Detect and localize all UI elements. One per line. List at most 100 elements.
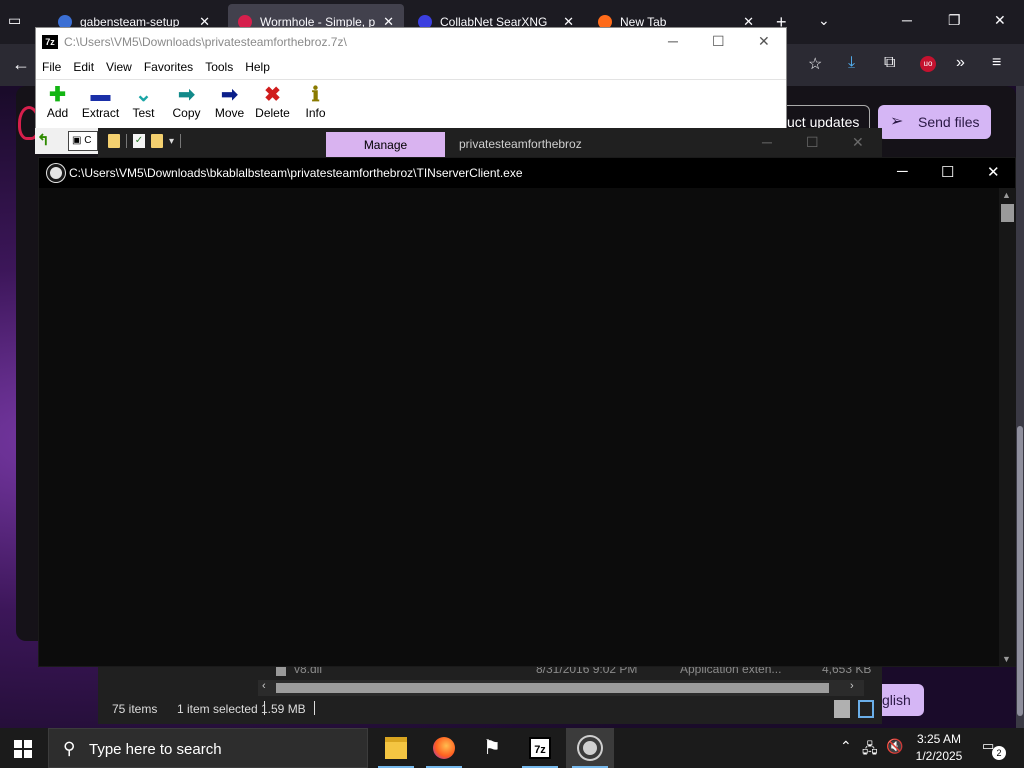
- close-icon[interactable]: ✕: [987, 163, 1000, 181]
- arrow-right-icon: ➡: [221, 84, 238, 106]
- action-center-button[interactable]: ▭ 2: [982, 738, 1006, 760]
- explorer-title: privatesteamforthebroz: [459, 137, 582, 151]
- quick-access-toolbar: ✓ ▾: [108, 134, 182, 148]
- item-count: 75 items: [112, 702, 158, 716]
- minus-icon: ▬: [90, 84, 111, 106]
- send-files-label: Send files: [918, 114, 980, 130]
- info-button[interactable]: ℹ Info: [294, 80, 337, 129]
- taskbar-windows-app[interactable]: ⚑: [468, 728, 516, 768]
- bookmark-star-icon[interactable]: ☆: [808, 54, 822, 74]
- address-text: C: [84, 135, 92, 146]
- console-window: C:\Users\VM5\Downloads\bkablalbsteam\pri…: [38, 157, 1016, 667]
- console-title: C:\Users\VM5\Downloads\bkablalbsteam\pri…: [69, 166, 523, 180]
- delete-button[interactable]: ✖ Delete: [251, 80, 294, 129]
- sevenzip-titlebar: 7z C:\Users\VM5\Downloads\privatesteamfo…: [36, 28, 786, 56]
- large-icons-view-icon[interactable]: [858, 700, 874, 718]
- sevenzip-window: 7z C:\Users\VM5\Downloads\privatesteamfo…: [35, 27, 787, 139]
- maximize-icon[interactable]: ☐: [712, 33, 725, 50]
- sevenzip-menubar: File Edit View Favorites Tools Help: [36, 56, 786, 78]
- search-placeholder: Type here to search: [89, 741, 222, 758]
- menu-edit[interactable]: Edit: [67, 56, 100, 78]
- sevenzip-app-icon: 7z: [42, 35, 58, 49]
- page-scrollbar[interactable]: [1016, 86, 1024, 730]
- steam-icon: [47, 164, 65, 182]
- explorer-titlebar: ✓ ▾ Manage privatesteamforthebroz ─ ☐ ✕: [98, 128, 882, 158]
- explorer-statusbar: 75 items 1 item selected 1.59 MB: [98, 696, 882, 722]
- taskbar-search[interactable]: ⚲ Type here to search: [48, 728, 368, 768]
- scrollbar-thumb[interactable]: [1017, 426, 1023, 716]
- overflow-chevrons-icon[interactable]: »: [956, 54, 965, 72]
- scroll-up-icon[interactable]: ▲: [1002, 190, 1011, 200]
- test-label: Test: [132, 106, 155, 120]
- move-button[interactable]: ➡ Move: [208, 80, 251, 129]
- horizontal-scrollbar[interactable]: ‹ ›: [258, 680, 864, 696]
- ublock-icon[interactable]: uo: [920, 56, 936, 72]
- check-chevron-icon: ⌄: [135, 84, 152, 106]
- sevenzip-icon: 7z: [529, 737, 551, 759]
- windows-flag-icon: ⚑: [483, 737, 501, 759]
- taskbar-steam[interactable]: [566, 728, 614, 768]
- arrow-right-icon: ➡: [178, 84, 195, 106]
- start-windows-icon[interactable]: [14, 740, 32, 758]
- menu-tools[interactable]: Tools: [199, 56, 239, 78]
- console-scrollbar[interactable]: ▲ ▼: [999, 188, 1016, 666]
- minimize-icon[interactable]: ─: [902, 12, 912, 28]
- info-label: Info: [305, 106, 326, 120]
- extract-label: Extract: [81, 106, 120, 120]
- scrollbar-thumb[interactable]: [276, 683, 829, 693]
- extensions-icon[interactable]: ⧉: [884, 54, 895, 72]
- send-files-button[interactable]: ➢ Send files: [878, 105, 991, 139]
- scroll-right-icon[interactable]: ›: [850, 680, 854, 692]
- menu-file[interactable]: File: [36, 56, 67, 78]
- details-view-icon[interactable]: [834, 700, 850, 718]
- toolbar-separator: [180, 134, 182, 148]
- scrollbar-thumb[interactable]: [1001, 204, 1014, 222]
- volume-muted-icon[interactable]: 🔇: [886, 738, 903, 755]
- taskbar: ⚲ Type here to search ⚑ 7z ⌃ 🖧 🔇 3:25 AM…: [0, 728, 1024, 768]
- maximize-icon[interactable]: ☐: [941, 163, 954, 181]
- maximize-icon[interactable]: ☐: [806, 134, 819, 151]
- menu-help[interactable]: Help: [239, 56, 276, 78]
- close-icon[interactable]: ✕: [994, 12, 1006, 29]
- scroll-left-icon[interactable]: ‹: [262, 680, 266, 692]
- archive-icon: ▣: [72, 135, 82, 146]
- address-field[interactable]: ▣ C: [68, 131, 98, 151]
- menu-view[interactable]: View: [100, 56, 138, 78]
- restore-icon[interactable]: ❐: [948, 12, 961, 29]
- copy-button[interactable]: ➡ Copy: [165, 80, 208, 129]
- clock[interactable]: 3:25 AM 1/2/2025: [906, 731, 972, 765]
- minimize-icon[interactable]: ─: [897, 163, 908, 180]
- list-all-tabs-icon[interactable]: ⌄: [818, 12, 830, 29]
- customize-dropdown-icon[interactable]: ▾: [169, 136, 174, 147]
- new-folder-icon[interactable]: [151, 134, 163, 148]
- properties-icon[interactable]: ✓: [133, 134, 145, 148]
- taskbar-firefox[interactable]: [420, 728, 468, 768]
- toolbar-separator: [126, 134, 127, 148]
- downloads-icon[interactable]: ⤓: [848, 54, 855, 72]
- plus-icon: ✚: [49, 84, 66, 106]
- tab-manage[interactable]: Manage: [326, 132, 445, 158]
- folder-icon[interactable]: [108, 134, 120, 148]
- menu-favorites[interactable]: Favorites: [138, 56, 199, 78]
- notification-count-badge: 2: [992, 746, 1006, 760]
- close-icon[interactable]: ✕: [852, 134, 864, 151]
- taskbar-file-explorer[interactable]: [372, 728, 420, 768]
- minimize-icon[interactable]: ─: [668, 33, 678, 49]
- back-arrow-icon[interactable]: ←: [12, 54, 30, 75]
- taskbar-7zip[interactable]: 7z: [516, 728, 564, 768]
- add-button[interactable]: ✚ Add: [36, 80, 79, 129]
- show-hidden-icons-chevron-icon[interactable]: ⌃: [840, 738, 852, 755]
- minimize-icon[interactable]: ─: [762, 134, 772, 150]
- close-icon[interactable]: ✕: [758, 33, 770, 50]
- extract-button[interactable]: ▬ Extract: [79, 80, 122, 129]
- scroll-down-icon[interactable]: ▼: [1002, 654, 1011, 664]
- selected-count: 1 item selected: [177, 702, 258, 716]
- hamburger-menu-icon[interactable]: ≡: [992, 54, 1001, 72]
- console-output[interactable]: [39, 188, 999, 666]
- clock-time: 3:25 AM: [916, 732, 962, 746]
- up-folder-icon[interactable]: ↰: [37, 131, 55, 151]
- network-icon[interactable]: 🖧: [862, 738, 878, 762]
- test-button[interactable]: ⌄ Test: [122, 80, 165, 129]
- status-separator: [314, 701, 315, 715]
- firefox-view-icon[interactable]: ▭: [8, 12, 30, 32]
